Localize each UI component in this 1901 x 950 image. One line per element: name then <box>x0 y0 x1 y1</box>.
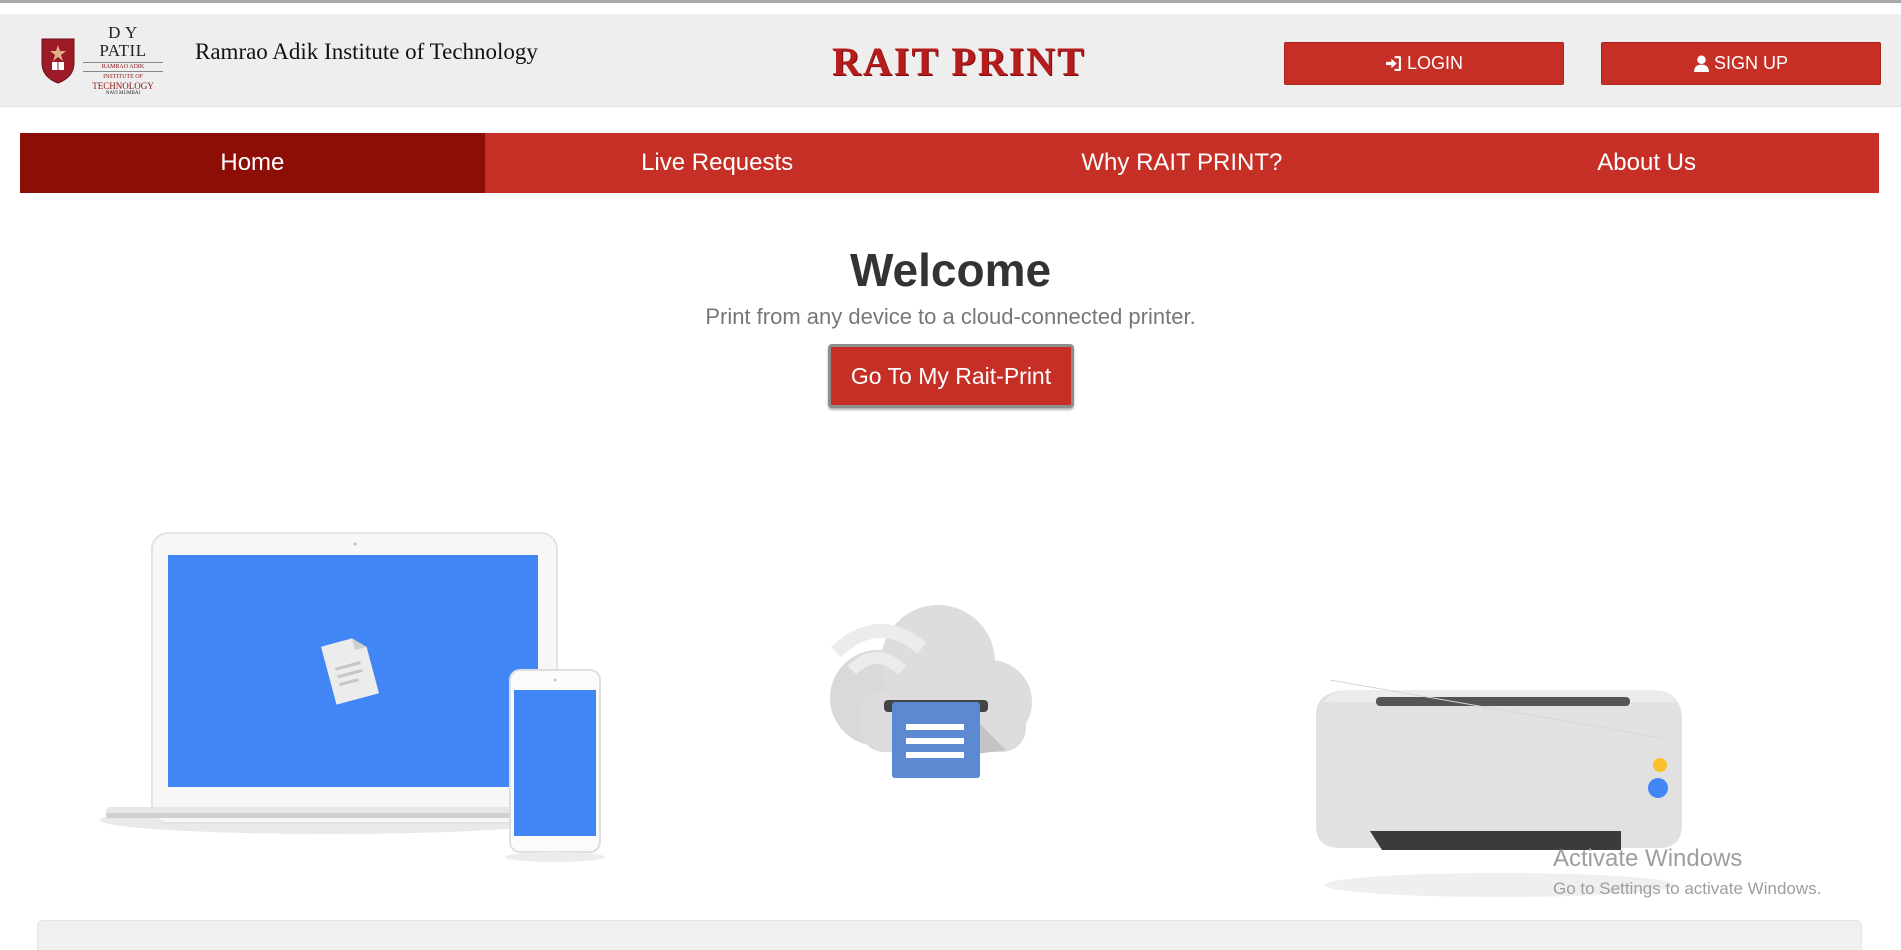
cloud-print-icon <box>830 605 1032 778</box>
signup-button[interactable]: SIGN UP <box>1601 42 1881 85</box>
main-nav: Home Live Requests Why RAIT PRINT? About… <box>20 133 1879 193</box>
login-label: LOGIN <box>1406 53 1463 73</box>
devices-illustration <box>100 532 605 862</box>
crest-icon <box>41 38 75 84</box>
site-header: D Y PATIL RAMRAO ADIK INSTITUTE OF TECHN… <box>0 14 1901 107</box>
top-rule <box>0 0 1901 3</box>
user-icon <box>1694 55 1709 72</box>
logo-line4: TECHNOLOGY <box>92 80 154 91</box>
nav-item-home[interactable]: Home <box>20 133 485 193</box>
institute-name: Ramrao Adik Institute of Technology <box>195 39 538 64</box>
sign-in-icon <box>1386 56 1401 71</box>
brand-title[interactable]: RAIT PRINT <box>832 38 1086 85</box>
watermark-subtitle: Go to Settings to activate Windows. <box>1553 879 1822 898</box>
logo-line2: RAMRAO ADIK <box>83 61 163 72</box>
logo-line5: NAVI MUMBAI <box>105 90 141 96</box>
welcome-heading: Welcome <box>849 244 1052 296</box>
signup-label: SIGN UP <box>1713 53 1788 73</box>
logo-line1: D Y PATIL <box>99 22 147 60</box>
institute-logo[interactable]: D Y PATIL RAMRAO ADIK INSTITUTE OF TECHN… <box>38 23 166 96</box>
welcome-subtitle: Print from any device to a cloud-connect… <box>705 304 1196 329</box>
watermark-title: Activate Windows <box>1553 845 1743 872</box>
nav-item-live-requests[interactable]: Live Requests <box>485 133 950 193</box>
nav-item-why-rait-print[interactable]: Why RAIT PRINT? <box>950 133 1415 193</box>
logo-text: D Y PATIL RAMRAO ADIK INSTITUTE OF TECHN… <box>83 22 163 97</box>
login-button[interactable]: LOGIN <box>1284 42 1564 85</box>
footer-panel <box>37 920 1862 950</box>
activate-windows-watermark: Activate Windows Go to Settings to activ… <box>1553 845 1821 899</box>
nav-item-about-us[interactable]: About Us <box>1414 133 1879 193</box>
go-to-my-rait-print-button[interactable]: Go To My Rait-Print <box>828 344 1074 408</box>
logo-line3: INSTITUTE OF <box>103 73 143 80</box>
